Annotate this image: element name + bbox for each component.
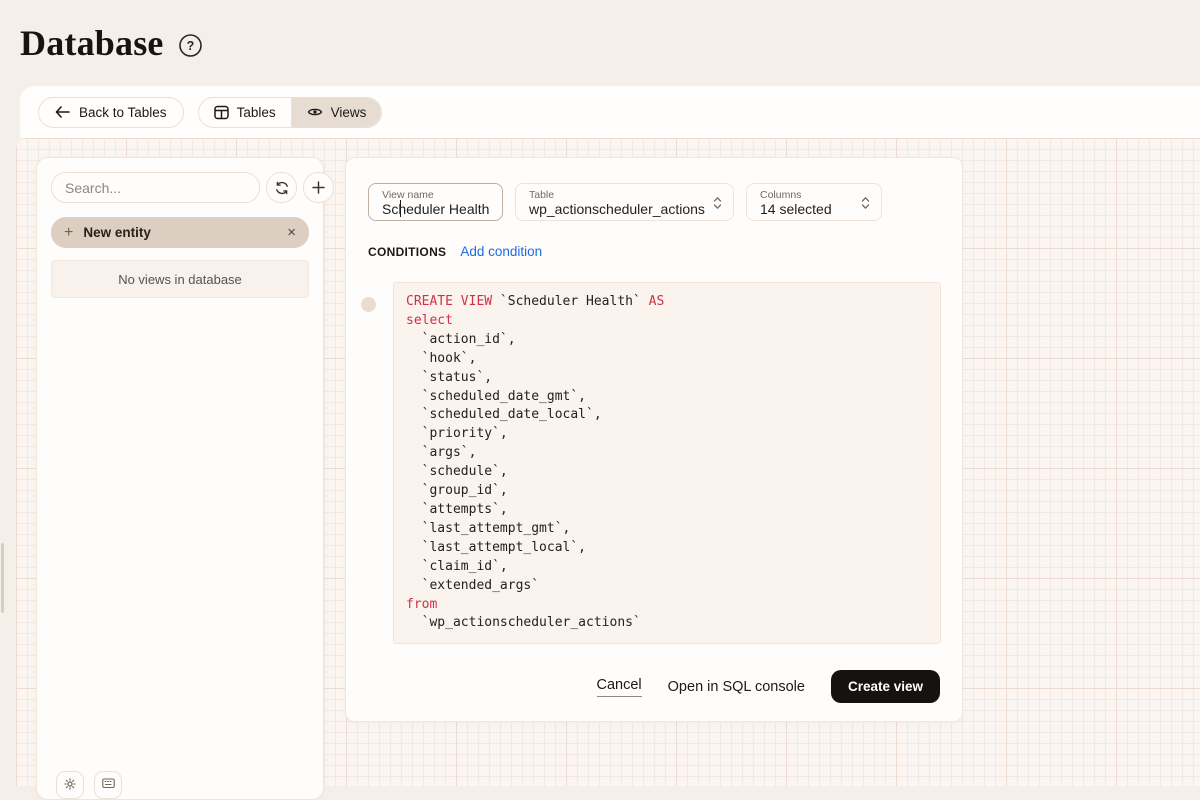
- add-condition-button[interactable]: Add condition: [460, 244, 542, 259]
- view-name-label: View name: [382, 189, 490, 201]
- columns-select[interactable]: Columns 14 selected: [746, 183, 882, 221]
- sql-code-line: `last_attempt_local`,: [406, 539, 928, 558]
- columns-select-value: 14 selected: [760, 201, 832, 217]
- keyboard-shortcuts-button[interactable]: [94, 771, 122, 799]
- svg-text:?: ?: [186, 39, 194, 53]
- chevron-up-down-icon: [861, 196, 870, 210]
- plus-icon: +: [64, 225, 73, 241]
- sql-code-line: `extended_args`: [406, 577, 928, 596]
- views-sidebar: + New entity × No views in database: [36, 157, 324, 800]
- settings-button[interactable]: [56, 771, 84, 799]
- tables-views-segmented-control: Tables Views: [198, 97, 383, 128]
- text-caret: [400, 200, 401, 217]
- back-to-tables-button[interactable]: Back to Tables: [38, 97, 184, 128]
- editor-footer: Cancel Open in SQL console Create view: [597, 670, 940, 703]
- tab-views[interactable]: Views: [291, 98, 382, 127]
- sql-code-line: select: [406, 312, 928, 331]
- sql-code-line: `args`,: [406, 444, 928, 463]
- sql-code-line: `action_id`,: [406, 331, 928, 350]
- sidebar-toolbar: [51, 172, 309, 203]
- gear-icon: [64, 778, 76, 790]
- sql-code-line: `wp_actionscheduler_actions`: [406, 614, 928, 633]
- chevron-up-down-icon: [713, 196, 722, 210]
- conditions-row: CONDITIONS Add condition: [368, 244, 542, 259]
- view-name-input[interactable]: [382, 201, 490, 217]
- create-view-panel: View name Table wp_actionscheduler_actio…: [345, 157, 963, 722]
- vertical-scrollbar-thumb[interactable]: [1, 543, 4, 613]
- sql-code-line: `hook`,: [406, 350, 928, 369]
- sql-code-line: `claim_id`,: [406, 558, 928, 577]
- toolbar: Back to Tables Tables Views: [20, 86, 1200, 138]
- sql-code-line: from: [406, 596, 928, 615]
- open-sql-console-button[interactable]: Open in SQL console: [668, 679, 805, 695]
- plus-icon: [312, 181, 325, 194]
- add-view-button[interactable]: [303, 172, 334, 203]
- sql-preview[interactable]: CREATE VIEW `Scheduler Health` ASselect …: [393, 282, 941, 644]
- sidebar-bottom-toolbar: [56, 771, 122, 799]
- tab-tables-label: Tables: [237, 105, 276, 120]
- view-name-field[interactable]: View name: [368, 183, 503, 221]
- table-select-label: Table: [529, 189, 721, 201]
- question-mark-icon: ?: [178, 33, 203, 58]
- statement-bullet: [361, 297, 376, 312]
- sql-code-line: `group_id`,: [406, 482, 928, 501]
- sidebar-item-new-entity[interactable]: + New entity ×: [51, 217, 309, 248]
- sql-code-line: `priority`,: [406, 425, 928, 444]
- sql-code-line: `attempts`,: [406, 501, 928, 520]
- sql-code-line: `scheduled_date_gmt`,: [406, 388, 928, 407]
- keyboard-icon: [102, 778, 115, 789]
- arrow-left-icon: [55, 106, 70, 118]
- empty-state-message: No views in database: [51, 260, 309, 298]
- sql-code-line: `status`,: [406, 369, 928, 388]
- sql-code-line: `last_attempt_gmt`,: [406, 520, 928, 539]
- help-button[interactable]: ?: [178, 33, 203, 58]
- table-select-value: wp_actionscheduler_actions: [529, 201, 705, 217]
- new-entity-label: New entity: [83, 225, 277, 240]
- table-select[interactable]: Table wp_actionscheduler_actions: [515, 183, 734, 221]
- sql-code-line: `schedule`,: [406, 463, 928, 482]
- search-input[interactable]: [51, 172, 260, 203]
- page-title: Database: [20, 22, 164, 64]
- sql-code-line: CREATE VIEW `Scheduler Health` AS: [406, 293, 928, 312]
- columns-select-label: Columns: [760, 189, 869, 201]
- conditions-label: CONDITIONS: [368, 245, 446, 259]
- refresh-button[interactable]: [266, 172, 297, 203]
- cancel-button[interactable]: Cancel: [597, 677, 642, 697]
- page-header: Database ?: [20, 22, 203, 64]
- sql-code-line: `scheduled_date_local`,: [406, 406, 928, 425]
- eye-icon: [307, 105, 323, 119]
- create-view-button[interactable]: Create view: [831, 670, 940, 703]
- refresh-icon: [275, 181, 289, 195]
- tab-tables[interactable]: Tables: [199, 98, 291, 127]
- back-to-tables-label: Back to Tables: [79, 105, 167, 120]
- close-icon[interactable]: ×: [287, 225, 296, 240]
- table-icon: [214, 105, 229, 120]
- tab-views-label: Views: [331, 105, 367, 120]
